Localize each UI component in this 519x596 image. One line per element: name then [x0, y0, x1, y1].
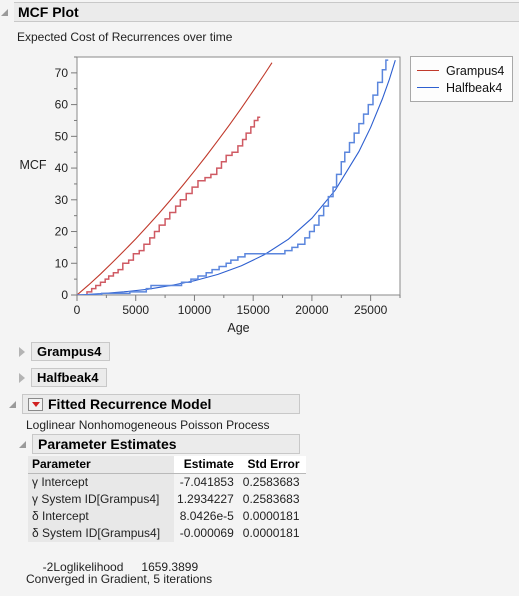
mcf-plot-header[interactable]: MCF Plot: [0, 2, 519, 22]
y-axis-tick-label: 50: [55, 129, 69, 143]
y-axis-tick-label: 60: [55, 98, 69, 112]
mcf-plot-title-bar: MCF Plot: [14, 2, 519, 22]
cell-std-error: 0.2583683: [242, 492, 300, 506]
column-header-std-error[interactable]: Std Error: [239, 456, 306, 474]
y-axis-tick-label: 70: [55, 66, 69, 80]
y-axis-tick-label: 20: [55, 225, 69, 239]
cell-std-error: 0.0000181: [242, 526, 300, 540]
node-fitted-recurrence-model[interactable]: Fitted Recurrence Model: [8, 394, 300, 414]
legend-label-grampus4: Grampus4: [446, 63, 505, 78]
disclosure-triangle-parameter-estimates[interactable]: [18, 439, 29, 450]
x-axis-tick-label: 20000: [295, 303, 329, 317]
node-halfbeak4-bar[interactable]: Halfbeak4: [31, 368, 108, 387]
x-axis-tick-label: 0: [74, 303, 81, 317]
node-parameter-estimates[interactable]: Parameter Estimates: [18, 434, 300, 454]
cell-estimate: -7.041853: [179, 475, 234, 489]
cell-estimate: 8.0426e-5: [179, 509, 234, 523]
red-triangle-menu-icon[interactable]: [28, 397, 43, 411]
model-description: Loglinear Nonhomogeneous Poisson Process: [26, 418, 270, 432]
y-axis-tick-label: 40: [55, 161, 69, 175]
cell-parameter: γ System ID[Grampus4]: [28, 491, 175, 508]
legend-label-halfbeak4: Halfbeak4: [446, 80, 503, 95]
cell-parameter: γ Intercept: [28, 473, 175, 491]
cell-estimate: -0.000069: [179, 526, 234, 540]
x-axis-label: Age: [227, 321, 249, 335]
page-title: MCF Plot: [18, 4, 79, 20]
table-header-row: Parameter Estimate Std Error: [28, 456, 306, 474]
cell-parameter: δ System ID[Grampus4]: [28, 525, 175, 542]
y-axis-label: MCF: [19, 158, 46, 172]
x-axis-tick-label: 15000: [236, 303, 270, 317]
x-axis-tick-label: 5000: [122, 303, 149, 317]
table-row[interactable]: δ System ID[Grampus4] -0.000069 0.0000181: [28, 525, 306, 542]
y-axis-tick-label: 0: [61, 288, 68, 302]
disclosure-triangle-mcf-plot[interactable]: [0, 7, 11, 18]
node-grampus4-label: Grampus4: [37, 344, 102, 359]
cell-std-error: 0.2583683: [242, 475, 300, 489]
legend-item-halfbeak4[interactable]: Halfbeak4: [417, 79, 504, 96]
node-halfbeak4-label: Halfbeak4: [37, 370, 99, 385]
cell-parameter: δ Intercept: [28, 508, 175, 525]
fitted-model-bar: Fitted Recurrence Model: [22, 394, 300, 414]
legend-swatch-grampus4: [417, 70, 439, 71]
disclosure-triangle-fitted-model[interactable]: [8, 399, 19, 410]
legend-item-grampus4[interactable]: Grampus4: [417, 62, 504, 79]
table-row[interactable]: γ System ID[Grampus4] 1.2934227 0.2583683: [28, 491, 306, 508]
node-grampus4-bar[interactable]: Grampus4: [31, 342, 111, 361]
parameter-estimates-label: Parameter Estimates: [38, 436, 177, 452]
parameter-estimates-bar: Parameter Estimates: [32, 434, 300, 454]
table-row[interactable]: γ Intercept -7.041853 0.2583683: [28, 473, 306, 491]
legend-swatch-halfbeak4: [417, 87, 439, 88]
x-axis-tick-label: 25000: [354, 303, 388, 317]
disclosure-triangle-grampus4[interactable]: [17, 346, 28, 357]
column-header-estimate[interactable]: Estimate: [174, 456, 240, 474]
disclosure-triangle-halfbeak4[interactable]: [17, 372, 28, 383]
loglikelihood-row: -2Loglikelihood 1659.3899: [36, 546, 198, 574]
fitted-model-label: Fitted Recurrence Model: [48, 396, 212, 412]
cell-std-error: 0.0000181: [242, 509, 300, 523]
parameter-estimates-table: Parameter Estimate Std Error γ Intercept…: [28, 456, 306, 542]
table-row[interactable]: δ Intercept 8.0426e-5 0.0000181: [28, 508, 306, 525]
plot-subtitle: Expected Cost of Recurrences over time: [17, 30, 233, 44]
node-halfbeak4[interactable]: Halfbeak4: [17, 368, 108, 387]
node-grampus4[interactable]: Grampus4: [17, 342, 111, 361]
y-axis-tick-label: 10: [55, 256, 69, 270]
x-axis-tick-label: 10000: [178, 303, 212, 317]
y-axis-tick-label: 30: [55, 193, 69, 207]
chart-legend: Grampus4 Halfbeak4: [410, 56, 514, 102]
column-header-parameter[interactable]: Parameter: [28, 456, 175, 474]
convergence-status: Converged in Gradient, 5 iterations: [26, 572, 213, 586]
cell-estimate: 1.2934227: [177, 492, 234, 506]
